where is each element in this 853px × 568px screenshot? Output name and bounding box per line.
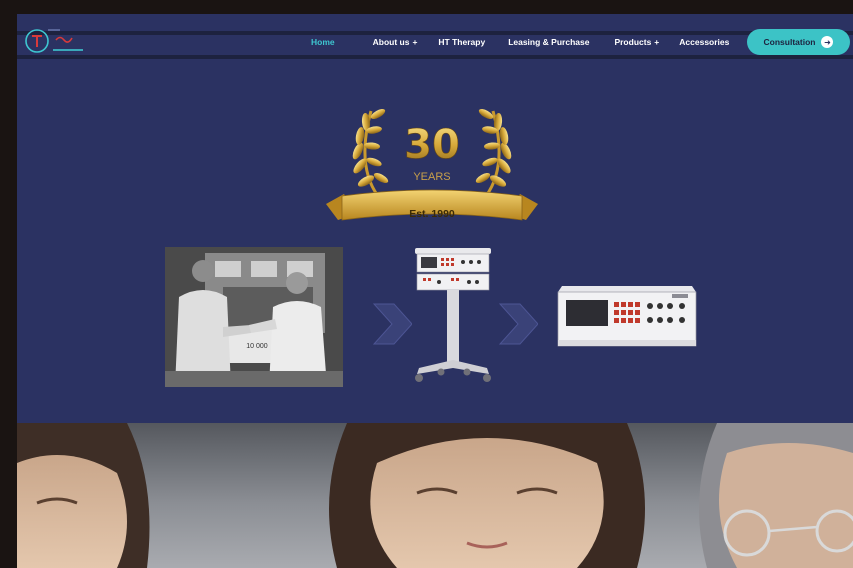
consultation-button[interactable]: Consultation ➜ <box>747 29 850 55</box>
laurel-left-icon <box>352 108 389 197</box>
laurel-right-icon <box>475 108 512 197</box>
faint-background-strip <box>17 68 853 78</box>
arrow-right-icon: ➜ <box>821 36 834 48</box>
nav-about-us[interactable]: About us + <box>373 37 418 47</box>
chevron-right-icon <box>372 303 412 345</box>
nav-divider-bottom <box>17 55 853 59</box>
page: Home About us + HT Therapy Leasing & Purc… <box>17 14 853 568</box>
main-nav: Home About us + HT Therapy Leasing & Purc… <box>311 34 729 50</box>
device-on-stand <box>415 248 491 382</box>
navbar: Home About us + HT Therapy Leasing & Purc… <box>17 14 853 60</box>
site-logo[interactable] <box>20 27 90 59</box>
historical-photo: 10 000 <box>165 247 343 387</box>
consultation-button-label: Consultation <box>763 37 816 47</box>
nav-products[interactable]: Products + <box>614 37 659 47</box>
logo-icon <box>25 29 83 53</box>
window-frame-left <box>0 0 17 568</box>
anniversary-years-label: YEARS <box>413 171 450 183</box>
nav-accessories[interactable]: Accessories <box>679 37 729 47</box>
established-label: Est. 1990 <box>409 208 455 220</box>
nav-products-label: Products <box>614 37 652 47</box>
photo-caption-sign: 10 000 <box>246 343 268 350</box>
anniversary-number: 30 <box>404 122 460 168</box>
tabletop-device <box>557 286 697 347</box>
hero-people-photo <box>17 423 853 568</box>
nav-products-expand-icon: + <box>654 37 660 47</box>
nav-ht-therapy[interactable]: HT Therapy <box>438 37 485 47</box>
nav-about-us-expand-icon: + <box>412 37 418 47</box>
hero-image <box>17 423 853 568</box>
nav-leasing-purchase[interactable]: Leasing & Purchase <box>508 37 589 47</box>
nav-about-us-label: About us <box>372 37 410 47</box>
chevron-right-icon <box>498 303 538 345</box>
nav-home[interactable]: Home <box>311 37 335 47</box>
window-frame-top <box>0 0 853 14</box>
anniversary-emblem: 30 YEARS Est. 1990 <box>326 108 538 221</box>
